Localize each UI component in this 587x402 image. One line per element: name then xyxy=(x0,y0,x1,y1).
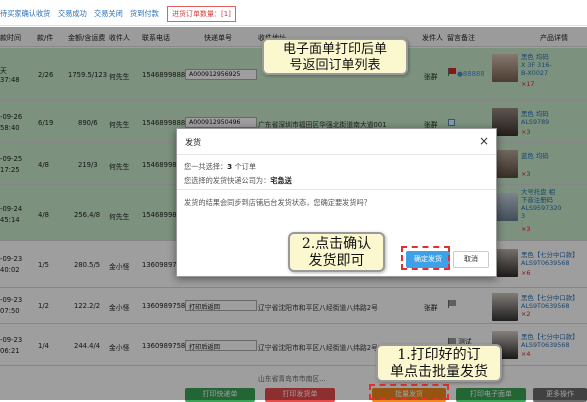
tab-trade-closed[interactable]: 交易关闭 xyxy=(94,9,123,19)
dialog-title: 发货 xyxy=(185,138,201,147)
cancel-button[interactable]: 取消 xyxy=(453,251,489,268)
tab-trade-success[interactable]: 交易成功 xyxy=(58,9,87,19)
unfinished-order-badge[interactable]: 进货订单数量：[1] xyxy=(167,6,236,22)
courier-name: 宅急送 xyxy=(270,176,292,185)
tutorial-callout-bottom: 1.打印好的订 单点击批量发货 xyxy=(376,344,502,382)
tutorial-callout-middle: 2.点击确认 发货即可 xyxy=(288,232,385,272)
tutorial-callout-top: 电子面单打印后单 号返回订单列表 xyxy=(262,38,408,75)
order-status-tabs: 待买家确认收货 交易成功 交易关闭 货到付款 进货订单数量：[1] xyxy=(0,0,587,26)
confirm-notice: 发货的结果会同步到店铺后台发货状态，您确定要发货吗？ xyxy=(184,198,371,207)
tab-cash-on-delivery[interactable]: 货到付款 xyxy=(130,9,159,19)
courier-line: 您选择的发货快递公司为：宅急送 xyxy=(184,176,292,185)
tab-awaiting-receipt[interactable]: 待买家确认收货 xyxy=(0,9,50,19)
confirm-button-highlight xyxy=(401,246,450,270)
divider xyxy=(177,189,496,190)
batch-ship-highlight xyxy=(369,384,449,400)
selected-count-line: 您一共选择：3 个订单 xyxy=(184,162,257,171)
divider xyxy=(177,154,496,155)
close-icon[interactable]: × xyxy=(479,134,489,148)
